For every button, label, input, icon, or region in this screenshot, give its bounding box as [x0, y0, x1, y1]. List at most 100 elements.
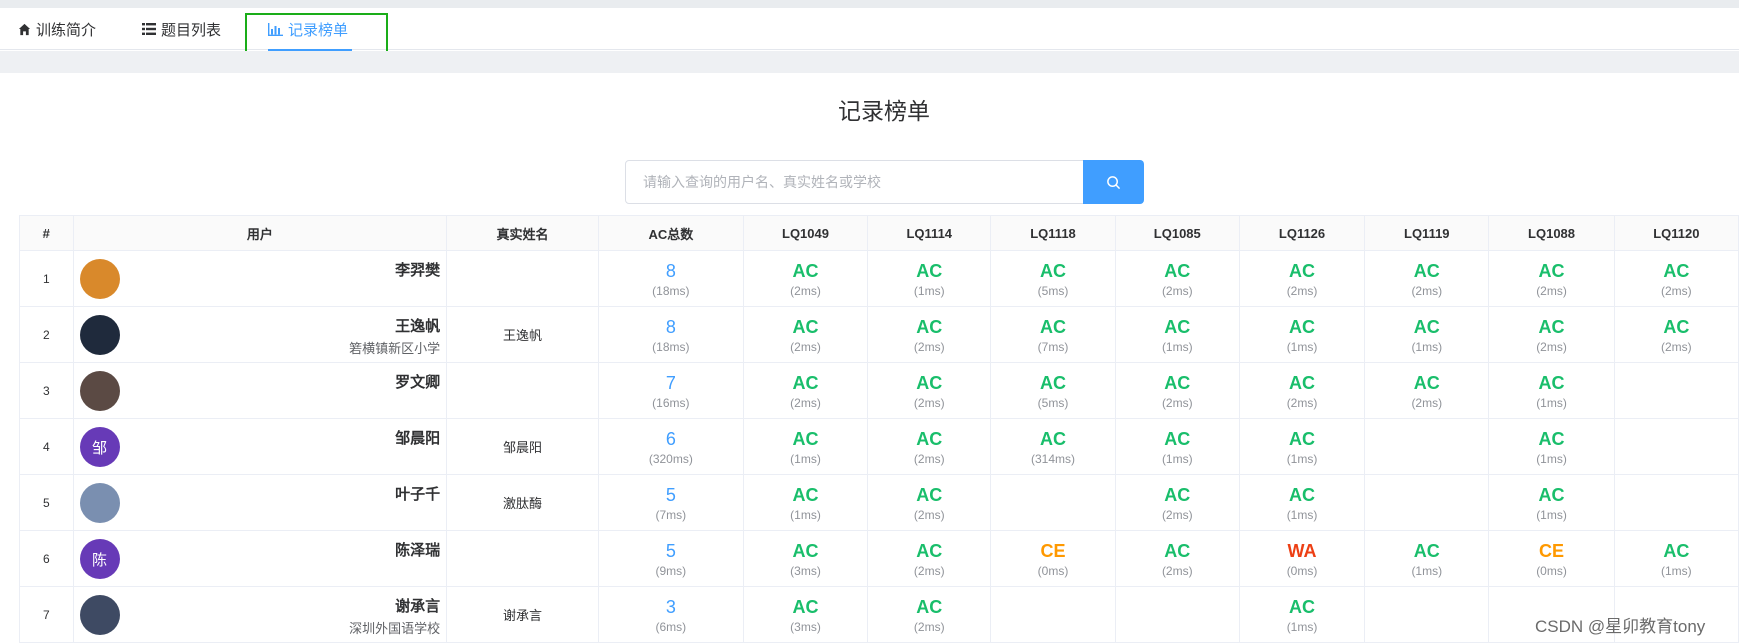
status-badge: AC — [1164, 316, 1191, 337]
search-input[interactable] — [626, 161, 1082, 203]
problem-status-cell[interactable]: AC (2ms) — [1114, 362, 1240, 419]
problem-status-cell[interactable]: AC (1ms) — [1488, 362, 1615, 419]
problem-status-cell[interactable]: AC (7ms) — [990, 306, 1116, 363]
ac-total-time: (9ms) — [655, 563, 687, 578]
problem-status-cell[interactable]: AC (5ms) — [990, 362, 1116, 419]
problem-status-cell[interactable]: AC (314ms) — [990, 418, 1116, 475]
problem-status-cell[interactable]: CE (0ms) — [990, 530, 1116, 587]
problem-status-cell[interactable]: AC (1ms) — [1238, 418, 1366, 475]
page-title: 记录榜单 — [838, 98, 930, 124]
problem-status-cell[interactable]: AC (2ms) — [867, 362, 992, 419]
ac-total-time: (18ms) — [652, 283, 690, 298]
problem-status-cell[interactable]: AC (1ms) — [742, 474, 869, 531]
problem-status-cell[interactable]: WA (0ms) — [1238, 530, 1366, 587]
status-badge: AC — [916, 596, 943, 617]
ac-total-count[interactable]: 8 — [599, 260, 743, 282]
problem-status-cell[interactable]: AC (2ms) — [1238, 362, 1366, 419]
username-link[interactable]: 谢承言 — [395, 595, 440, 616]
problem-status-cell[interactable]: AC (2ms) — [867, 586, 992, 643]
problem-status-cell — [1613, 362, 1739, 419]
avatar[interactable] — [79, 371, 120, 411]
problem-status-cell[interactable]: AC (2ms) — [1238, 250, 1366, 307]
username-link[interactable]: 王逸帆 — [395, 315, 440, 336]
problem-status-cell[interactable]: AC (1ms) — [1364, 306, 1490, 363]
column-header: LQ1120 — [1613, 215, 1739, 251]
avatar[interactable] — [79, 259, 120, 299]
problem-status-cell[interactable]: AC (1ms) — [1364, 530, 1490, 587]
status-badge: AC — [1538, 372, 1565, 393]
rank-cell: 4 — [19, 418, 74, 475]
problem-status-cell[interactable]: AC (2ms) — [1364, 362, 1490, 419]
status-badge: AC — [1538, 260, 1565, 281]
status-time: (1ms) — [1161, 339, 1193, 354]
problem-status-cell[interactable]: AC (2ms) — [867, 306, 992, 363]
problem-status-cell[interactable]: AC (1ms) — [1238, 586, 1366, 643]
problem-status-cell[interactable]: AC (1ms) — [1238, 306, 1366, 363]
ac-total-count[interactable]: 5 — [599, 484, 743, 506]
problem-status-cell — [990, 474, 1116, 531]
status-badge: AC — [1538, 428, 1565, 449]
avatar[interactable]: 邹 — [79, 427, 120, 467]
status-time: (2ms) — [1536, 339, 1567, 354]
problem-status-cell[interactable]: AC (1ms) — [867, 250, 992, 307]
ac-total-count[interactable]: 8 — [599, 316, 743, 338]
problem-status-cell[interactable]: AC (2ms) — [1488, 250, 1615, 307]
ac-total-cell: 5 (7ms) — [597, 474, 744, 531]
problem-status-cell[interactable]: AC (1ms) — [1114, 418, 1240, 475]
problem-status-cell[interactable]: AC (2ms) — [1613, 306, 1739, 363]
avatar[interactable] — [79, 595, 120, 635]
problem-status-cell[interactable]: AC (2ms) — [1488, 306, 1615, 363]
problem-status-cell[interactable]: AC (1ms) — [1488, 418, 1615, 475]
status-time: (2ms) — [790, 395, 821, 410]
username-link[interactable]: 罗文卿 — [395, 371, 440, 392]
problem-status-cell[interactable]: AC (1ms) — [1114, 306, 1240, 363]
problem-status-cell[interactable]: AC (2ms) — [742, 250, 869, 307]
status-badge: AC — [1663, 260, 1690, 281]
problem-status-cell[interactable]: AC (3ms) — [742, 530, 869, 587]
problem-status-cell[interactable]: AC (2ms) — [867, 418, 992, 475]
username-link[interactable]: 邹晨阳 — [395, 427, 440, 448]
status-time: (0ms) — [1536, 563, 1567, 578]
problem-status-cell[interactable]: AC (2ms) — [742, 362, 869, 419]
tab-intro[interactable]: 训练简介 — [18, 8, 96, 50]
avatar[interactable]: 陈 — [79, 539, 120, 579]
status-time: (2ms) — [1161, 507, 1193, 522]
problem-status-cell[interactable]: AC (2ms) — [1114, 250, 1240, 307]
avatar[interactable] — [79, 483, 120, 523]
status-time: (1ms) — [1286, 339, 1318, 354]
table-row: 4 邹邹晨阳 邹晨阳 6 (320ms) AC (1ms) AC (2ms) AC (314ms) A… — [19, 418, 1739, 475]
rank-cell: 6 — [19, 530, 74, 587]
problem-status-cell[interactable]: AC (2ms) — [1114, 530, 1240, 587]
problem-status-cell[interactable]: AC (3ms) — [742, 586, 869, 643]
problem-status-cell[interactable]: AC (2ms) — [867, 474, 992, 531]
ac-total-count[interactable]: 6 — [599, 428, 743, 450]
problem-status-cell[interactable]: AC (1ms) — [1613, 530, 1739, 587]
problem-status-cell[interactable]: AC (2ms) — [1364, 250, 1490, 307]
problem-status-cell[interactable]: CE (0ms) — [1488, 530, 1615, 587]
problem-status-cell[interactable]: AC (1ms) — [742, 418, 869, 475]
username-link[interactable]: 李羿樊 — [395, 259, 440, 280]
problem-status-cell[interactable]: AC (2ms) — [867, 530, 992, 587]
problem-status-cell[interactable]: AC (2ms) — [1114, 474, 1240, 531]
problem-status-cell[interactable]: AC (2ms) — [742, 306, 869, 363]
status-time: (2ms) — [913, 507, 945, 522]
problem-status-cell[interactable]: AC (1ms) — [1488, 474, 1615, 531]
ac-total-count[interactable]: 7 — [599, 372, 743, 394]
search-button[interactable] — [1083, 160, 1144, 204]
ac-total-count[interactable]: 5 — [599, 540, 743, 562]
problem-status-cell[interactable]: AC (2ms) — [1613, 250, 1739, 307]
problem-status-cell — [1114, 586, 1240, 643]
table-row: 1 李羿樊 8 (18ms) AC (2ms) AC (1ms) AC (5ms) AC (2ms) A… — [19, 250, 1739, 307]
ac-total-count[interactable]: 3 — [599, 596, 743, 618]
status-time: (0ms) — [1037, 563, 1069, 578]
problem-status-cell[interactable]: AC (5ms) — [990, 250, 1116, 307]
problem-status-cell[interactable]: AC (1ms) — [1238, 474, 1366, 531]
username-link[interactable]: 陈泽瑞 — [395, 539, 440, 560]
list-icon — [142, 23, 156, 35]
username-link[interactable]: 叶子千 — [395, 483, 440, 504]
tab-problem-list[interactable]: 题目列表 — [142, 8, 221, 50]
avatar-initial: 邹 — [92, 439, 108, 457]
realname-cell: 谢承言 — [446, 586, 599, 643]
avatar[interactable] — [79, 315, 120, 355]
user-cell: 邹 邹晨阳 — [72, 418, 448, 475]
